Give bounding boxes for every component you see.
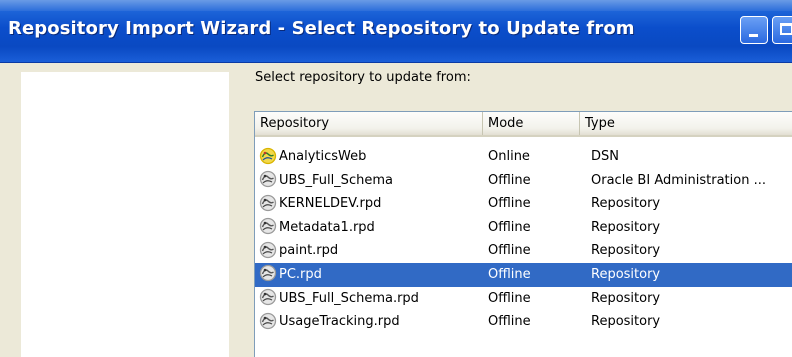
list-item[interactable]: UBS_Full_Schema.rpd Offline Repository — [255, 287, 792, 311]
repository-name-cell: paint.rpd — [259, 239, 481, 262]
repository-type-cell: Oracle BI Administration ... — [591, 169, 789, 192]
repository-mode-cell: Offline — [488, 169, 580, 192]
repository-name: PC.rpd — [279, 266, 322, 282]
repository-mode-cell: Offline — [488, 239, 580, 262]
repository-name: KERNELDEV.rpd — [279, 196, 382, 212]
offline-repository-icon — [259, 194, 277, 212]
offline-repository-icon — [259, 312, 277, 330]
repository-type: DSN — [591, 149, 619, 164]
repository-type: Oracle BI Administration ... — [591, 172, 766, 188]
repository-mode: Offline — [488, 196, 531, 212]
repository-name: AnalyticsWeb — [279, 149, 367, 164]
wizard-side-panel — [21, 72, 229, 357]
repository-name: UBS_Full_Schema.rpd — [279, 290, 419, 306]
repository-name: UBS_Full_Schema — [279, 172, 393, 188]
minimize-icon — [749, 34, 758, 37]
repository-list[interactable]: Repository Mode Type AnalyticsWeb Online D… — [254, 111, 792, 357]
repository-name: paint.rpd — [279, 243, 339, 259]
repository-mode: Offline — [488, 219, 531, 235]
repository-mode-cell: Offline — [488, 310, 580, 333]
column-header-repository[interactable]: Repository — [255, 112, 483, 135]
list-rows: AnalyticsWeb Online DSN UBS_Full_Schema Offl… — [255, 145, 792, 334]
offline-repository-icon — [259, 217, 277, 235]
repository-name-cell: Metadata1.rpd — [259, 216, 481, 239]
list-item[interactable]: KERNELDEV.rpd Offline Repository — [255, 192, 792, 216]
repository-mode-cell: Offline — [488, 192, 580, 215]
column-header-mode[interactable]: Mode — [483, 112, 580, 135]
maximize-icon — [780, 23, 792, 35]
repository-type-cell: Repository — [591, 263, 789, 286]
repository-type-cell: DSN — [591, 145, 789, 168]
list-item[interactable]: paint.rpd Offline Repository — [255, 239, 792, 263]
repository-name: Metadata1.rpd — [279, 219, 375, 235]
minimize-button[interactable] — [740, 16, 768, 44]
list-item[interactable]: UsageTracking.rpd Offline Repository — [255, 310, 792, 334]
offline-repository-icon — [259, 170, 277, 188]
repository-mode: Offline — [488, 290, 531, 306]
repository-type-cell: Repository — [591, 287, 789, 310]
repository-mode-cell: Offline — [488, 216, 580, 239]
repository-mode: Offline — [488, 314, 531, 330]
repository-type: Repository — [591, 314, 661, 330]
repository-type: Repository — [591, 266, 661, 282]
repository-type-cell: Repository — [591, 239, 789, 262]
repository-mode-cell: Online — [488, 145, 580, 168]
offline-repository-icon — [259, 241, 277, 259]
repository-name: UsageTracking.rpd — [279, 314, 400, 330]
window-title: Repository Import Wizard - Select Reposi… — [8, 18, 635, 39]
list-item[interactable]: AnalyticsWeb Online DSN — [255, 145, 792, 169]
repository-type-cell: Repository — [591, 192, 789, 215]
repository-mode: Online — [488, 149, 530, 164]
repository-name-cell: UBS_Full_Schema — [259, 169, 481, 192]
list-item[interactable]: UBS_Full_Schema Offline Oracle BI Administ… — [255, 169, 792, 193]
title-bar-top-strip — [0, 0, 792, 11]
repository-type: Repository — [591, 243, 661, 259]
repository-type-cell: Repository — [591, 216, 789, 239]
list-item[interactable]: PC.rpd Offline Repository — [255, 262, 792, 287]
repository-mode: Offline — [488, 172, 531, 188]
repository-name-cell: PC.rpd — [259, 263, 481, 286]
repository-mode: Offline — [488, 243, 531, 259]
instruction-label: Select repository to update from: — [255, 70, 471, 85]
repository-mode: Offline — [488, 266, 531, 282]
repository-name-cell: UsageTracking.rpd — [259, 310, 481, 333]
repository-name-cell: UBS_Full_Schema.rpd — [259, 287, 481, 310]
repository-mode-cell: Offline — [488, 287, 580, 310]
list-header: Repository Mode Type — [255, 112, 792, 137]
column-header-type[interactable]: Type — [580, 112, 792, 135]
repository-type: Repository — [591, 290, 661, 306]
repository-type-cell: Repository — [591, 310, 789, 333]
maximize-button[interactable] — [772, 16, 792, 44]
offline-repository-icon — [259, 264, 277, 282]
repository-name-cell: KERNELDEV.rpd — [259, 192, 481, 215]
repository-mode-cell: Offline — [488, 263, 580, 286]
online-repository-icon — [259, 147, 277, 165]
offline-repository-icon — [259, 288, 277, 306]
repository-type: Repository — [591, 219, 661, 235]
repository-name-cell: AnalyticsWeb — [259, 145, 481, 168]
list-item[interactable]: Metadata1.rpd Offline Repository — [255, 216, 792, 240]
title-bar[interactable]: Repository Import Wizard - Select Reposi… — [0, 0, 792, 63]
repository-type: Repository — [591, 196, 661, 212]
